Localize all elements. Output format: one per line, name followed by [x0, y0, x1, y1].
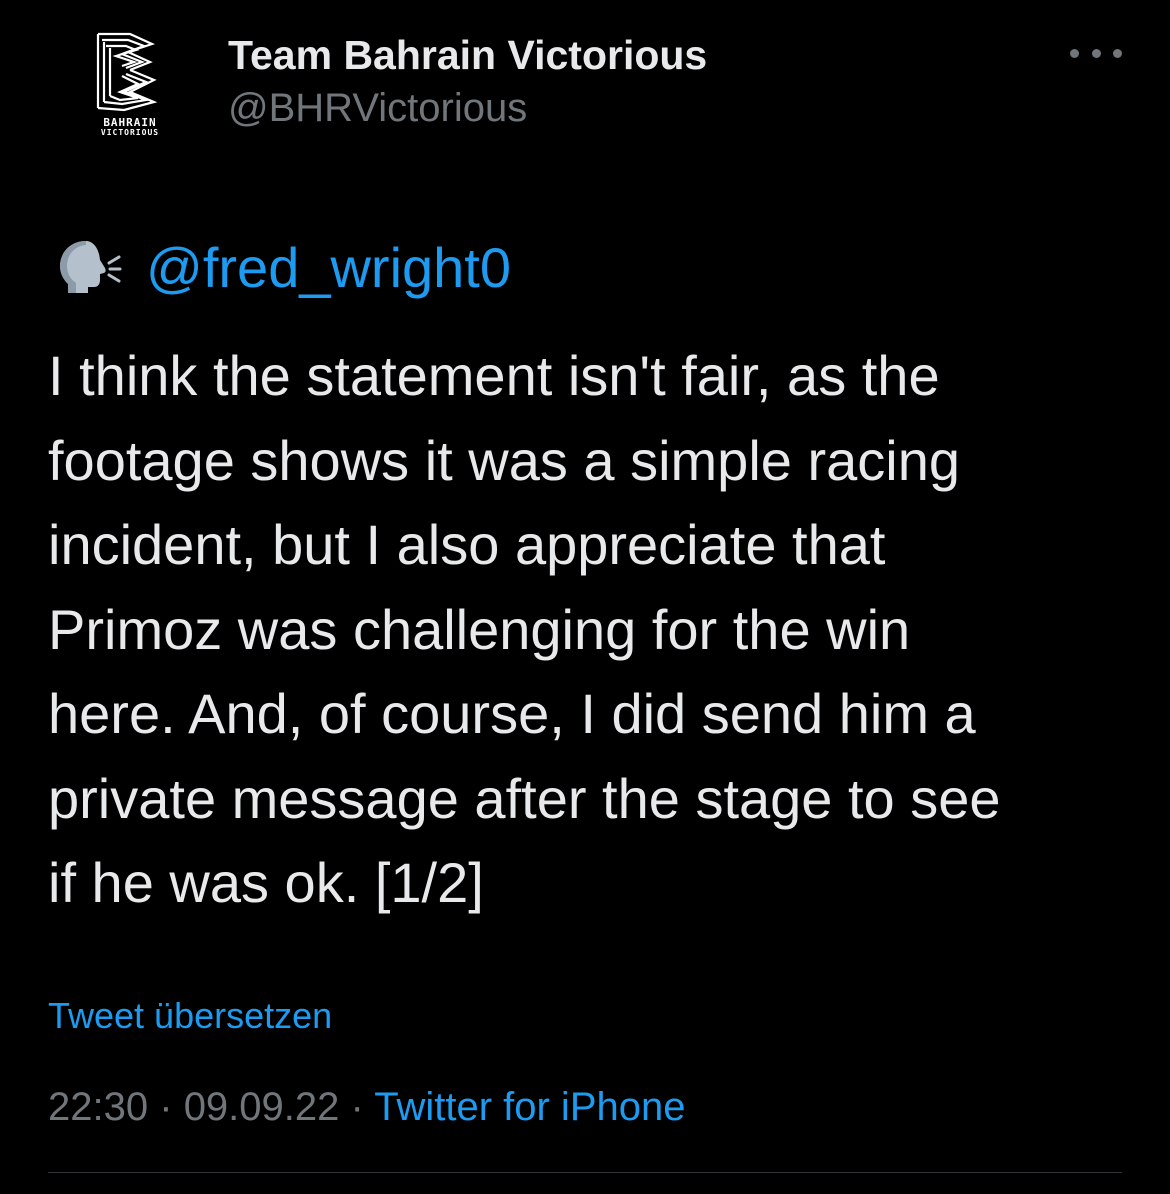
bahrain-victorious-logo: [96, 32, 158, 112]
tweet-text-line: private message after the stage to see: [48, 766, 1001, 830]
tweet-source-link[interactable]: Twitter for iPhone: [374, 1085, 685, 1129]
tweet-time[interactable]: 22:30: [48, 1085, 148, 1129]
avatar-label-secondary: VICTORIOUS: [100, 128, 160, 137]
mention-line: @fred_wright0: [56, 232, 511, 302]
display-name[interactable]: Team Bahrain Victorious: [228, 32, 707, 79]
avatar[interactable]: BAHRAIN VICTORIOUS: [80, 30, 180, 140]
tweet-text-line: footage shows it was a simple racing: [48, 428, 960, 492]
tweet-text-line: if he was ok. [1/2]: [48, 851, 484, 914]
more-horizontal-icon: [1070, 48, 1079, 58]
tweet-text: I think the statement isn't fair, as the…: [48, 334, 1148, 926]
more-options-button[interactable]: [1068, 38, 1124, 68]
mention-link[interactable]: @fred_wright0: [146, 235, 511, 300]
tweet-text-line: I think the statement isn't fair, as the: [48, 344, 940, 407]
speaking-head-icon: [60, 241, 122, 293]
translate-tweet-link[interactable]: Tweet übersetzen: [48, 995, 332, 1037]
tweet-metadata: 22:30 · 09.09.22 · Twitter for iPhone: [48, 1085, 685, 1130]
more-horizontal-icon: [1113, 48, 1122, 58]
tweet-text-line: here. And, of course, I did send him a: [48, 682, 976, 745]
user-handle[interactable]: @BHRVictorious: [228, 86, 527, 131]
divider: [48, 1172, 1122, 1173]
tweet-text-line: Primoz was challenging for the win: [48, 597, 911, 661]
tweet-text-line: incident, but I also appreciate that: [48, 513, 886, 576]
meta-separator: ·: [350, 1085, 364, 1129]
more-horizontal-icon: [1091, 48, 1101, 58]
meta-separator: ·: [159, 1085, 173, 1129]
tweet-date[interactable]: 09.09.22: [184, 1085, 340, 1129]
